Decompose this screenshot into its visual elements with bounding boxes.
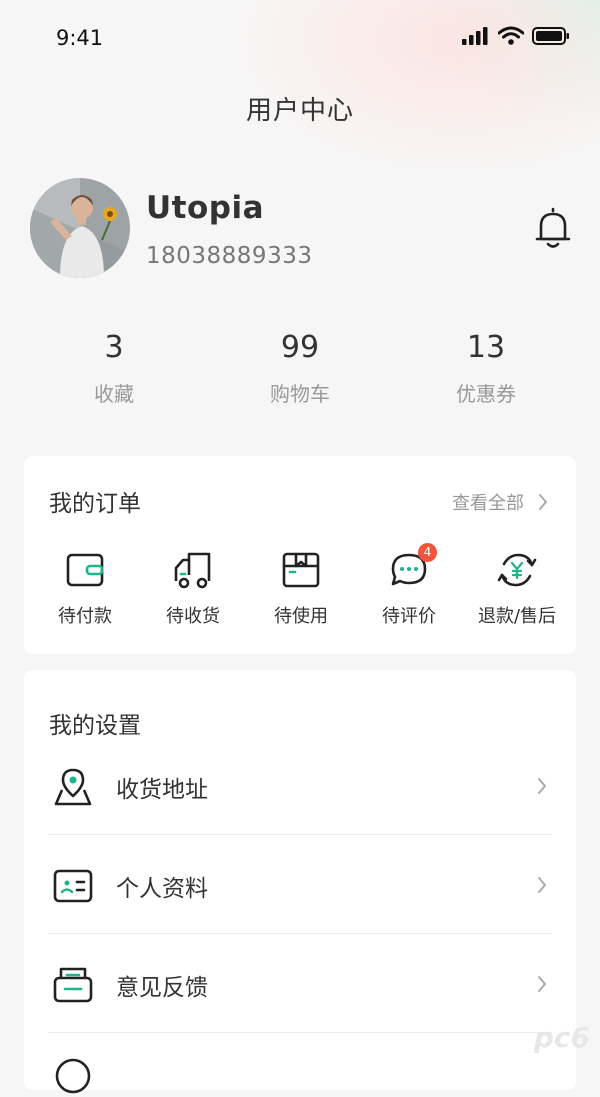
chevron-right-icon <box>538 778 546 794</box>
bell-icon[interactable] <box>533 206 573 250</box>
stat-coupons[interactable]: 13 优惠券 <box>386 328 586 407</box>
avatar[interactable] <box>30 178 130 278</box>
settings-item-label: 个人资料 <box>116 876 208 902</box>
order-label: 待使用 <box>274 606 328 627</box>
view-all-orders-link[interactable]: 查看全部 <box>452 489 548 515</box>
settings-item-feedback[interactable]: 意见反馈 <box>48 934 552 1033</box>
page-title: 用户中心 <box>245 96 354 126</box>
username: Utopia <box>146 190 265 226</box>
settings-card: 我的设置 收货地址 个人资料 意见反馈 <box>24 670 576 1094</box>
divider <box>48 1032 552 1033</box>
order-pending-payment[interactable]: 待付款 <box>30 548 140 628</box>
order-label: 待收货 <box>166 606 220 627</box>
stat-value: 99 <box>280 330 320 365</box>
order-to-review[interactable]: 4 待评价 <box>354 543 464 628</box>
stat-value: 13 <box>466 330 506 365</box>
feedback-icon <box>53 967 93 1003</box>
stat-label: 收藏 <box>94 382 134 406</box>
order-label: 待付款 <box>58 606 112 627</box>
order-label: 退款/售后 <box>477 606 557 627</box>
settings-item-profile[interactable]: 个人资料 <box>48 835 552 934</box>
stats-bar: 3 收藏 99 购物车 13 优惠券 <box>0 328 600 418</box>
view-all-label: 查看全部 <box>452 493 524 514</box>
battery-icon <box>532 27 569 45</box>
partial-row-icon <box>55 1058 91 1094</box>
signal-icon <box>462 27 488 45</box>
order-label: 待评价 <box>382 606 436 627</box>
chevron-right-icon <box>538 877 546 893</box>
phone-number: 18038889333 <box>146 243 313 269</box>
refund-icon <box>497 553 537 587</box>
orders-card: 我的订单 查看全部 待付款 待收货 待使用 4 待评价 退款/售后 <box>24 456 576 654</box>
settings-item-address[interactable]: 收货地址 <box>48 736 552 835</box>
wallet-icon <box>66 553 104 587</box>
order-pending-receipt[interactable]: 待收货 <box>138 548 248 628</box>
settings-item-label: 收货地址 <box>116 777 208 803</box>
stat-cart[interactable]: 99 购物车 <box>200 328 400 407</box>
chevron-right-icon <box>538 976 546 992</box>
wifi-icon <box>498 26 524 45</box>
map-pin-icon <box>54 768 92 806</box>
status-bar: 9:41 <box>0 0 600 78</box>
status-icons <box>462 26 570 46</box>
stat-value: 3 <box>104 330 124 365</box>
chevron-right-icon <box>539 494 547 510</box>
box-icon <box>282 552 320 588</box>
orders-title: 我的订单 <box>49 491 141 517</box>
status-time: 9:41 <box>56 26 104 50</box>
order-refund-aftersale[interactable]: 退款/售后 <box>462 548 572 628</box>
stat-label: 优惠券 <box>456 382 516 406</box>
stat-favorites[interactable]: 3 收藏 <box>14 328 214 407</box>
stat-label: 购物车 <box>270 382 330 406</box>
review-count-badge: 4 <box>418 543 437 562</box>
watermark: pc6 <box>533 1021 590 1054</box>
settings-item-label: 意见反馈 <box>116 975 208 1001</box>
settings-title: 我的设置 <box>49 713 141 739</box>
order-to-use[interactable]: 待使用 <box>246 548 356 628</box>
truck-icon <box>174 552 211 589</box>
id-card-icon <box>53 869 93 903</box>
